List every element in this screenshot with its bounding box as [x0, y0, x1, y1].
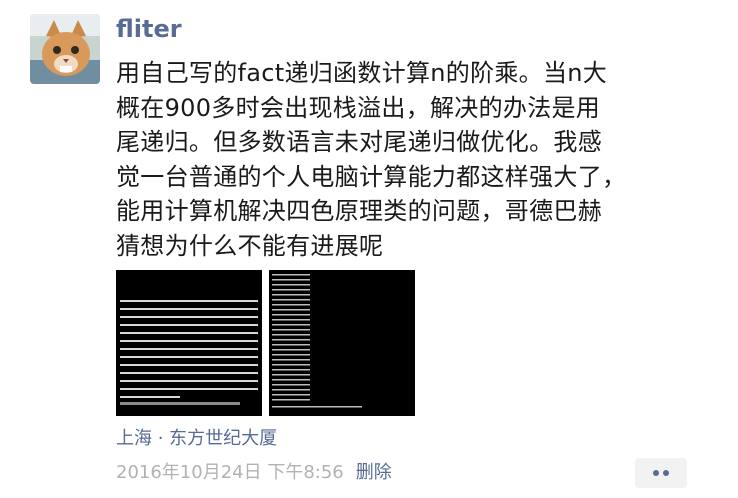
more-dots-icon	[653, 470, 659, 476]
avatar[interactable]	[30, 14, 100, 84]
terminal-output-image	[269, 270, 415, 416]
terminal-output-image	[116, 270, 262, 416]
post-text-line: 概在900多时会出现栈溢出，解决的办法是用	[116, 93, 601, 122]
more-options-button[interactable]	[635, 458, 687, 488]
post-text-line: 尾递归。但多数语言未对尾递归做优化。我感	[116, 128, 602, 156]
location-link[interactable]: 上海 · 东方世纪大厦	[116, 426, 277, 452]
post-text-line: 用自己写的fact递归函数计算n的阶乘。当n大	[116, 59, 608, 87]
cat-avatar-icon	[30, 14, 100, 84]
more-dots-icon	[663, 470, 669, 476]
post-text-line: 觉一台普通的个人电脑计算能力都这样强大了，	[116, 162, 627, 191]
post-meta: 2016年10月24日 下午8:56 删除	[116, 460, 392, 486]
photo-thumbnail-factorial-output[interactable]	[116, 270, 262, 416]
photo-thumbnail-stack-overflow[interactable]	[269, 270, 415, 416]
delete-button[interactable]: 删除	[356, 462, 392, 483]
username-link[interactable]: fliter	[116, 14, 182, 44]
post-text: 用自己写的fact递归函数计算n的阶乘。当n大 概在900多时会出现栈溢出，解决…	[116, 56, 706, 263]
post-text-line: 能用计算机解决四色原理类的问题，哥德巴赫	[116, 197, 602, 225]
post-text-line: 猜想为什么不能有进展呢	[116, 231, 384, 260]
post-timestamp: 2016年10月24日 下午8:56	[116, 462, 344, 483]
